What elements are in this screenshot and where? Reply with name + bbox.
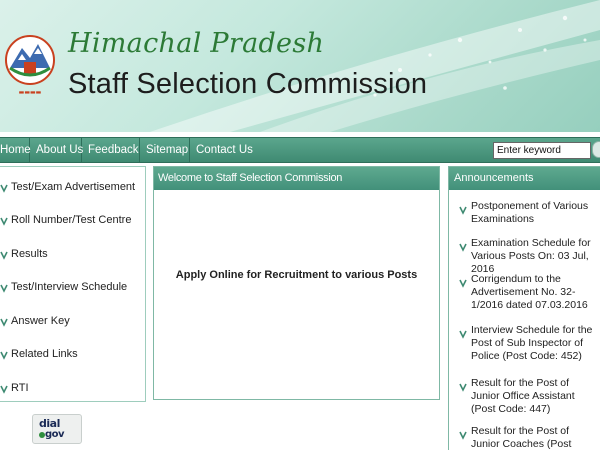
site-title-state: Himachal Pradesh [68,28,325,59]
apply-online-link[interactable]: Apply Online for Recruitment to various … [154,269,439,281]
chevron-down-icon [0,217,8,226]
nav-home[interactable]: Home [0,138,31,162]
menu-item-related-links[interactable]: Related Links [0,346,146,366]
announcement-item[interactable]: Postponement of Various Examinations [457,200,597,226]
menu-item-label: Test/Interview Schedule [11,281,128,293]
menu-item-label: Answer Key [11,315,70,327]
menu-item-interview-schedule[interactable]: Test/Interview Schedule [0,279,146,299]
announcement-text: Interview Schedule for the Post of Sub I… [471,324,593,362]
nav-about-us[interactable]: About Us [30,138,83,162]
announcement-text: Postponement of Various Examinations [471,200,589,225]
left-sidebar-menu: Test/Exam Advertisement Roll Number/Test… [0,166,146,402]
chevron-down-icon [0,284,8,293]
chevron-down-icon [0,251,8,260]
svg-text:▬▬▬▬: ▬▬▬▬ [19,89,42,96]
announcement-text: Result for the Post of Junior Office Ass… [471,377,575,415]
dial-gov-logo[interactable]: dial gov [32,414,82,444]
announcement-item[interactable]: Result for the Post of Junior Office Ass… [457,377,597,416]
menu-item-results[interactable]: Results [0,246,146,266]
site-header: ▬▬▬▬ Himachal Pradesh Staff Selection Co… [0,0,600,132]
menu-item-exam-advertisement[interactable]: Test/Exam Advertisement [0,179,146,199]
menu-item-rti[interactable]: RTI [0,380,146,400]
menu-item-label: RTI [11,382,29,394]
chevron-down-icon [0,385,8,394]
announcement-item[interactable]: Result for the Post of Junior Coaches (P… [457,425,597,450]
chevron-down-icon [0,184,8,193]
chevron-down-icon [459,243,467,252]
menu-item-label: Results [11,248,48,260]
dial-gov-logo-line2: gov [45,429,65,440]
search-input[interactable] [493,142,591,159]
announcements-heading: Announcements [449,167,600,190]
announcements-panel: Announcements Postponement of Various Ex… [448,166,600,450]
menu-item-answer-key[interactable]: Answer Key [0,313,146,333]
announcement-item[interactable]: Corrigendum to the Advertisement No. 32-… [457,273,597,312]
chevron-down-icon [459,279,467,288]
announcement-item[interactable]: Interview Schedule for the Post of Sub I… [457,324,597,363]
menu-item-label: Test/Exam Advertisement [11,181,136,193]
chevron-down-icon [459,330,467,339]
chevron-down-icon [459,206,467,215]
menu-item-label: Related Links [11,348,78,360]
chevron-down-icon [0,318,8,327]
announcement-item[interactable]: Examination Schedule for Various Posts O… [457,237,597,276]
welcome-panel: Welcome to Staff Selection Commission Ap… [153,166,440,400]
announcement-text: Examination Schedule for Various Posts O… [471,237,591,275]
search-go-button[interactable] [592,141,600,158]
nav-feedback[interactable]: Feedback [82,138,140,162]
announcement-text: Corrigendum to the Advertisement No. 32-… [471,273,588,311]
header-swoosh-decoration [150,0,600,132]
chevron-down-icon [459,383,467,392]
state-emblem-logo: ▬▬▬▬ [5,35,55,96]
nav-sitemap[interactable]: Sitemap [140,138,190,162]
menu-item-label: Roll Number/Test Centre [11,214,132,226]
nav-contact-us[interactable]: Contact Us [190,138,253,162]
announcement-text: Result for the Post of Junior Coaches (P… [471,425,572,450]
main-nav: Home About Us Feedback Sitemap Contact U… [0,137,600,163]
welcome-panel-heading: Welcome to Staff Selection Commission [154,167,439,190]
chevron-down-icon [0,351,8,360]
menu-item-roll-number[interactable]: Roll Number/Test Centre [0,212,146,232]
chevron-down-icon [459,431,467,440]
site-title-commission: Staff Selection Commission [68,68,428,100]
